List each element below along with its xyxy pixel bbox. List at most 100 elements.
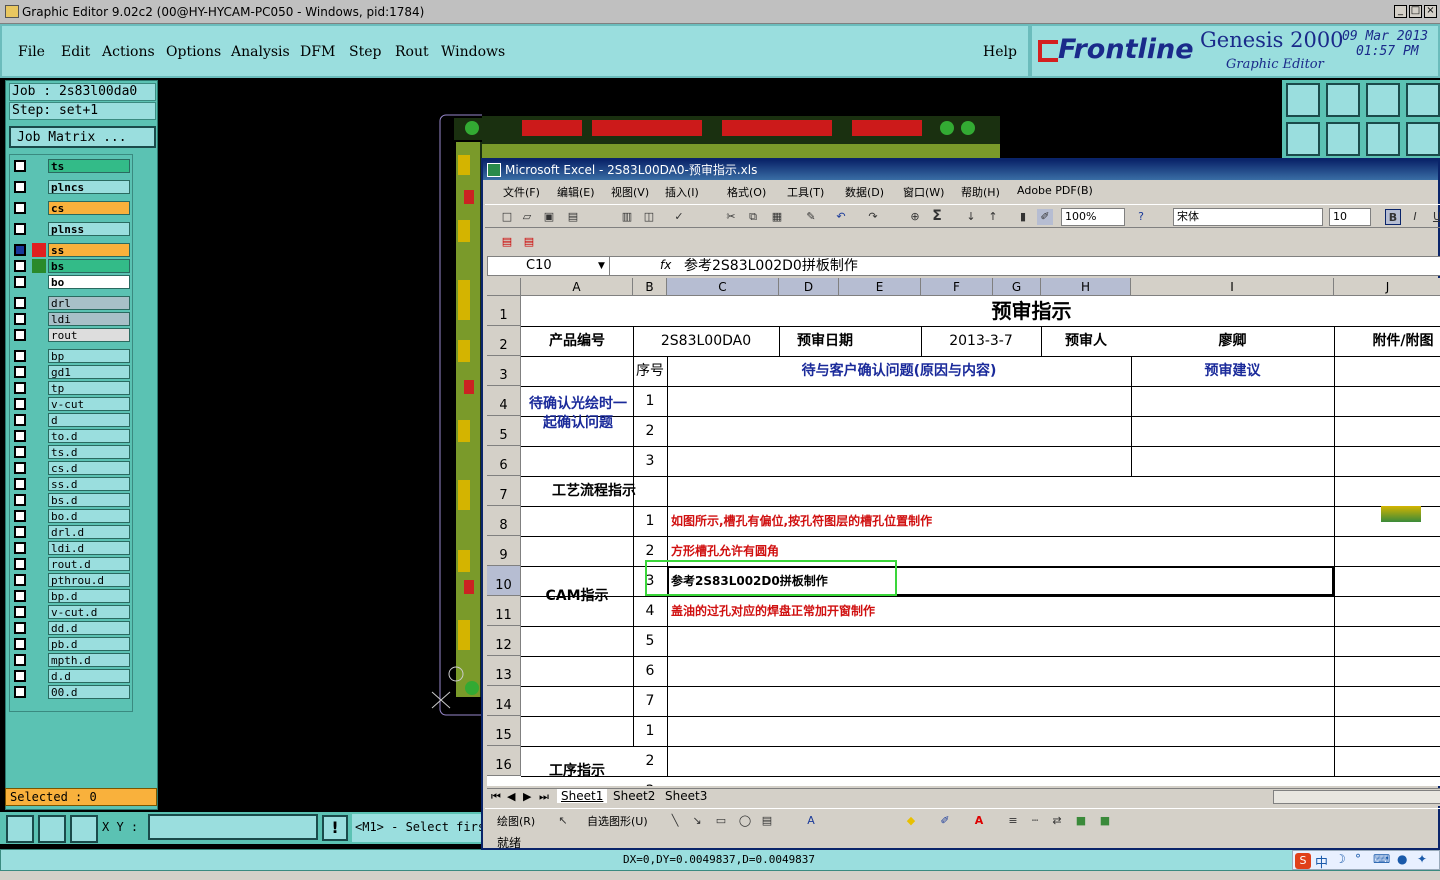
shadow-icon[interactable]: ■ [1073, 813, 1089, 829]
maximize-button[interactable]: □ [1409, 5, 1422, 18]
layer-checkbox[interactable] [14, 430, 26, 442]
font-color-icon[interactable]: A [971, 813, 987, 829]
convert-pdf-email-icon[interactable]: ▤ [521, 234, 537, 250]
seq-number[interactable]: 3 [633, 446, 667, 476]
layer-row[interactable]: ts.d [14, 445, 130, 459]
fill-color-icon[interactable]: ◆ [903, 813, 919, 829]
column-header[interactable]: I [1131, 278, 1334, 296]
layer-row[interactable]: v-cut.d [14, 605, 130, 619]
font-size-select[interactable]: 10 [1329, 208, 1371, 226]
format-painter-icon[interactable]: ✎ [803, 209, 819, 225]
cam-instruction[interactable]: 盖油的过孔对应的焊盘正常加开窗制作 [671, 596, 1131, 626]
draw-menu[interactable]: 绘图(R) [497, 813, 535, 829]
tab-sheet1[interactable]: Sheet1 [557, 789, 608, 803]
row-header[interactable]: 15 [487, 716, 521, 746]
seq-number[interactable]: 1 [633, 716, 667, 746]
layer-row[interactable]: drl [14, 296, 130, 310]
prev-sheet-icon[interactable]: ◀ [507, 790, 515, 803]
layer-row[interactable]: rout.d [14, 557, 130, 571]
cut-icon[interactable]: ✂ [723, 209, 739, 225]
row-header[interactable]: 2 [487, 326, 521, 356]
open-step-icon[interactable] [1286, 83, 1320, 117]
row-header[interactable]: 14 [487, 686, 521, 716]
layer-checkbox[interactable] [14, 654, 26, 666]
font-select[interactable]: 宋体 [1173, 208, 1323, 226]
menu-analysis[interactable]: Analysis [231, 44, 290, 60]
step-right-icon[interactable] [1326, 122, 1360, 156]
formula-input[interactable]: 参考2S83L002D0拼板制作 [684, 257, 858, 275]
menu-windows[interactable]: Windows [441, 44, 505, 60]
label-attachment[interactable]: 附件/附图 [1334, 326, 1440, 356]
excel-menu-item[interactable]: 编辑(E) [557, 184, 595, 200]
rectangle-icon[interactable]: ▭ [713, 813, 729, 829]
layer-row[interactable]: drl.d [14, 525, 130, 539]
row-header[interactable]: 11 [487, 596, 521, 626]
layer-checkbox[interactable] [14, 276, 26, 288]
layer-row[interactable]: rout [14, 328, 130, 342]
convert-pdf-icon[interactable]: ▤ [499, 234, 515, 250]
underline-button[interactable]: U [1429, 209, 1440, 225]
select-objects-icon[interactable]: ↖ [555, 813, 571, 829]
undo-icon[interactable]: ↶ [833, 209, 849, 225]
name-box[interactable]: C10 [488, 257, 610, 275]
layer-row[interactable]: ts [14, 159, 130, 173]
layer-checkbox[interactable] [14, 462, 26, 474]
layer-row[interactable]: 00.d [14, 685, 130, 699]
layer-checkbox[interactable] [14, 558, 26, 570]
paste-icon[interactable]: ▦ [769, 209, 785, 225]
layer-checkbox[interactable] [14, 622, 26, 634]
column-header[interactable]: E [839, 278, 921, 296]
layer-checkbox[interactable] [14, 350, 26, 362]
layer-row[interactable]: mpth.d [14, 653, 130, 667]
tools-icon[interactable]: ✦ [1417, 852, 1427, 866]
textbox-icon[interactable]: ▤ [759, 813, 775, 829]
wordart-icon[interactable]: A [803, 813, 819, 829]
row-header[interactable]: 8 [487, 506, 521, 536]
autoshapes-menu[interactable]: 自选图形(U) [587, 813, 648, 829]
label-seq-no[interactable]: 序号 [633, 356, 667, 386]
menu-rout[interactable]: Rout [395, 44, 429, 60]
layer-row[interactable]: d.d [14, 669, 130, 683]
dash-style-icon[interactable]: ┄ [1027, 813, 1043, 829]
row-header[interactable]: 5 [487, 416, 521, 446]
layer-checkbox[interactable] [14, 590, 26, 602]
layer-row[interactable]: d [14, 413, 130, 427]
column-header[interactable]: A [521, 278, 633, 296]
layer-row[interactable]: ss [14, 243, 130, 257]
excel-menu-item[interactable]: 视图(V) [611, 184, 649, 200]
layer-checkbox[interactable] [14, 398, 26, 410]
sheet-title[interactable]: 预审指示 [521, 296, 1440, 326]
layer-checkbox[interactable] [14, 494, 26, 506]
snap-tool-icon[interactable] [6, 815, 34, 843]
layer-checkbox[interactable] [14, 260, 26, 272]
chart-wizard-icon[interactable]: ▮ [1015, 209, 1031, 225]
layer-checkbox[interactable] [14, 542, 26, 554]
row-header[interactable]: 1 [487, 296, 521, 326]
column-header[interactable]: H [1041, 278, 1131, 296]
excel-window[interactable]: Microsoft Excel - 2S83L00DA0-预审指示.xls 文件… [481, 158, 1440, 850]
line-style-icon[interactable]: ≡ [1005, 813, 1021, 829]
italic-button[interactable]: I [1407, 209, 1423, 225]
excel-menu-item[interactable]: 格式(O) [727, 184, 766, 200]
row-header[interactable]: 10 [487, 566, 521, 596]
column-header[interactable]: D [779, 278, 839, 296]
3d-icon[interactable]: ■ [1097, 813, 1113, 829]
menu-file[interactable]: File [18, 44, 45, 60]
excel-menu-item[interactable]: Adobe PDF(B) [1017, 184, 1093, 197]
save-job-icon[interactable] [1326, 83, 1360, 117]
value-product-code[interactable]: 2S83L00DA0 [633, 326, 779, 356]
redo-icon[interactable]: ↷ [865, 209, 881, 225]
layer-row[interactable]: ss.d [14, 477, 130, 491]
layer-row[interactable]: cs.d [14, 461, 130, 475]
seq-number[interactable]: 4 [633, 596, 667, 626]
seq-number[interactable]: 2 [633, 416, 667, 446]
new-icon[interactable]: □ [499, 209, 515, 225]
attachment-thumbnail[interactable] [1381, 506, 1421, 522]
arrow-icon[interactable]: ↘ [689, 813, 705, 829]
drawing-icon[interactable]: ✐ [1037, 209, 1053, 225]
layer-row[interactable]: pb.d [14, 637, 130, 651]
user-icon[interactable]: ● [1397, 852, 1407, 866]
layer-checkbox[interactable] [14, 366, 26, 378]
layer-checkbox[interactable] [14, 606, 26, 618]
print-icon[interactable]: ▥ [619, 209, 635, 225]
